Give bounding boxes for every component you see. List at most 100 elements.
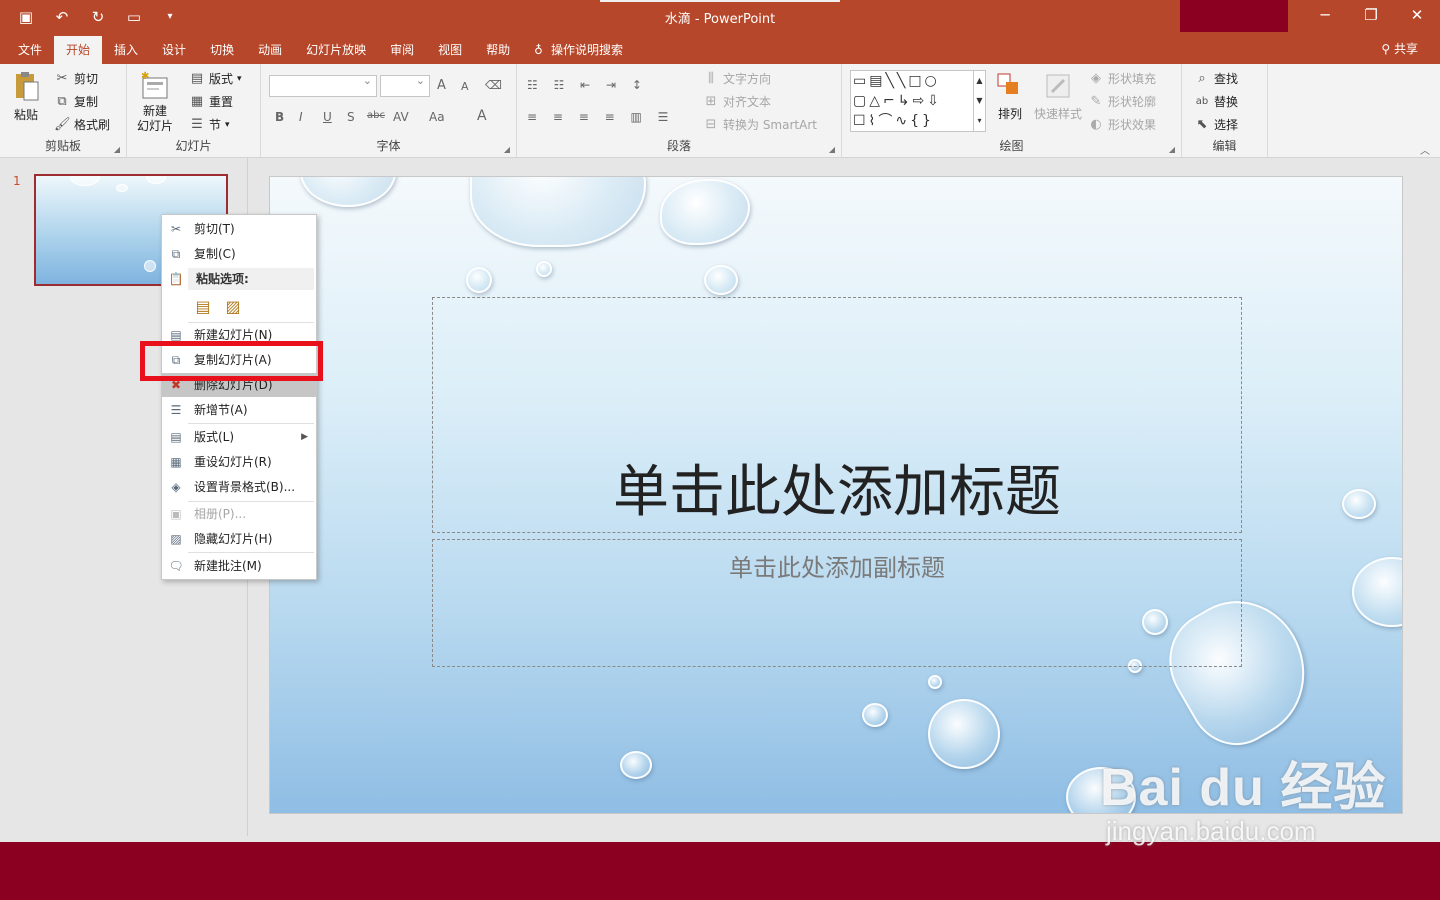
strikethrough-button[interactable]: abc [367, 110, 385, 121]
shrink-font-button[interactable]: A [461, 80, 469, 93]
quick-styles-button[interactable]: 快速样式 [1034, 72, 1082, 122]
format-painter-button[interactable]: 🖌 格式刷 [54, 116, 110, 133]
menu-label: 新增节(A) [194, 403, 248, 417]
tab-insert[interactable]: 插入 [102, 36, 150, 64]
align-text-icon: ⊞ [705, 93, 717, 109]
text-direction-button[interactable]: ⫼ 文字方向 [703, 70, 771, 87]
quick-styles-icon [1044, 72, 1072, 103]
tell-me-search[interactable]: ♁ 操作说明搜索 [534, 36, 623, 64]
font-size-combo[interactable] [380, 74, 430, 97]
context-menu: ✂ 剪切(T) ⧉ 复制(C) 粘贴选项: 📋 ▤ ▨ ▤ 新建幻灯片(N) ⧉ 复制幻… [161, 214, 317, 580]
ribbon-tabs: 文件 开始 插入 设计 切换 动画 幻灯片放映 审阅 视图 帮助 ♁ 操作说明搜… [0, 34, 1440, 64]
shadow-button[interactable]: S [347, 110, 355, 124]
font-group: A A ⌫ B I U S abc AV Aa A 字体 ◢ [261, 64, 517, 158]
menu-item-format-background[interactable]: ◈ 设置背景格式(B)... [162, 475, 316, 499]
account-area[interactable] [1180, 0, 1288, 32]
subtitle-placeholder[interactable]: 单击此处添加副标题 [432, 539, 1242, 667]
copy-button[interactable]: ⧉ 复制 [54, 93, 98, 110]
menu-item-hide-slide[interactable]: ▨ 隐藏幻灯片(H) [162, 527, 316, 551]
paste-label: 粘贴 [13, 108, 38, 122]
replace-button[interactable]: ab 替换 [1194, 93, 1238, 110]
lightbulb-icon: ♁ [534, 43, 543, 57]
menu-label: 新建批注(M) [194, 559, 262, 573]
arrange-button[interactable]: 排列 [996, 72, 1024, 122]
shape-fill-button[interactable]: ◈ 形状填充 [1088, 70, 1156, 87]
menu-item-new-comment[interactable]: 🗨 新建批注(M) [162, 554, 316, 578]
reset-button[interactable]: ▦ 重置 [189, 93, 233, 110]
editing-group-name: 编辑 [1212, 139, 1237, 153]
copy-icon: ⧉ [171, 247, 181, 261]
tab-design[interactable]: 设计 [150, 36, 198, 64]
paste-icon: 📋 [168, 272, 184, 286]
drawing-group-name: 绘图 [999, 139, 1024, 153]
paste-keep-format-icon[interactable]: ▤ [192, 295, 214, 319]
tab-transitions[interactable]: 切换 [198, 36, 246, 64]
share-button[interactable]: ⚲ 共享 [1381, 40, 1418, 57]
chevron-down-icon: ▾ [225, 119, 230, 130]
select-button[interactable]: ⬉ 选择 [1194, 116, 1238, 133]
replace-icon: ab [1195, 95, 1209, 107]
list-buttons[interactable]: ☷ ☷ ⇤ ⇥ ↕ [527, 78, 648, 92]
arrange-icon [996, 72, 1024, 103]
char-spacing-button[interactable]: AV [393, 110, 409, 124]
tab-view[interactable]: 视图 [426, 36, 474, 64]
tab-slideshow[interactable]: 幻灯片放映 [294, 36, 378, 64]
tab-help[interactable]: 帮助 [474, 36, 522, 64]
layout-button[interactable]: ▤ 版式 ▾ [189, 70, 242, 87]
tab-file[interactable]: 文件 [6, 36, 54, 64]
section-button[interactable]: ☰ 节 ▾ [189, 116, 230, 133]
menu-item-layout[interactable]: ▤ 版式(L) ▶ [162, 425, 316, 449]
title-accent-line [600, 0, 840, 2]
scissors-icon: ✂ [170, 222, 182, 236]
menu-label: 重设幻灯片(R) [194, 455, 272, 469]
font-color-button[interactable]: A [477, 108, 487, 124]
change-case-button[interactable]: Aa [429, 110, 445, 124]
italic-button[interactable]: I [299, 110, 303, 124]
minimize-icon[interactable]: ─ [1302, 0, 1348, 32]
font-name-combo[interactable] [269, 74, 377, 97]
paint-bucket-icon: ◈ [1091, 70, 1101, 86]
slide[interactable]: 单击此处添加标题 单击此处添加副标题 [269, 176, 1403, 814]
dialog-launcher-icon[interactable]: ◢ [504, 145, 510, 154]
smartart-button[interactable]: ⊟ 转换为 SmartArt [703, 116, 817, 133]
underline-button[interactable]: U [323, 110, 332, 124]
align-buttons[interactable]: ≡ ≡ ≡ ≡ ▥ ☰ [527, 110, 674, 124]
menu-item-copy[interactable]: ⧉ 复制(C) [162, 242, 316, 266]
restore-icon[interactable]: ❐ [1348, 0, 1394, 32]
shapes-gallery[interactable]: ▭▤╲╲□○ ▢△⌐↳⇨⇩ ☐⌇⌒∿{} ▲ ▼ ▾ [850, 70, 986, 132]
title-placeholder[interactable]: 单击此处添加标题 [432, 297, 1242, 533]
paste-button[interactable]: 粘贴 [10, 70, 42, 123]
menu-item-cut[interactable]: ✂ 剪切(T) [162, 217, 316, 241]
clear-format-icon[interactable]: ⌫ [485, 78, 502, 92]
new-slide-button[interactable]: ✱ 新建 幻灯片 [137, 70, 173, 134]
tab-home[interactable]: 开始 [54, 36, 103, 64]
thumb-drop [116, 184, 128, 192]
cut-button[interactable]: ✂ 剪切 [54, 70, 98, 87]
font-group-name: 字体 [376, 139, 401, 153]
text-direction-icon: ⫼ [708, 70, 714, 86]
tab-review[interactable]: 审阅 [378, 36, 426, 64]
bold-button[interactable]: B [275, 110, 284, 124]
shape-effects-button[interactable]: ◐ 形状效果 [1088, 116, 1156, 133]
thumb-drop [146, 176, 166, 184]
watermark-logo: Bai du 经验 [1100, 759, 1387, 817]
editing-group: ⌕ 查找 ab 替换 ⬉ 选择 编辑 [1182, 64, 1268, 158]
menu-item-add-section[interactable]: ☰ 新增节(A) [162, 398, 316, 422]
dialog-launcher-icon[interactable]: ◢ [1169, 145, 1175, 154]
watermark-url: jingyan.baidu.com [1106, 816, 1316, 846]
shape-outline-button[interactable]: ✎ 形状轮廓 [1088, 93, 1156, 110]
water-drop [660, 179, 750, 245]
find-button[interactable]: ⌕ 查找 [1194, 70, 1238, 87]
menu-item-reset-slide[interactable]: ▦ 重设幻灯片(R) [162, 450, 316, 474]
tab-animations[interactable]: 动画 [246, 36, 294, 64]
layout-icon: ▤ [170, 430, 182, 444]
grow-font-button[interactable]: A [437, 78, 446, 93]
dialog-launcher-icon[interactable]: ◢ [114, 145, 120, 154]
paste-picture-icon[interactable]: ▨ [222, 295, 244, 319]
dialog-launcher-icon[interactable]: ◢ [829, 145, 835, 154]
menu-label: 设置背景格式(B)... [194, 480, 296, 494]
align-text-button[interactable]: ⊞ 对齐文本 [703, 93, 771, 110]
collapse-ribbon-icon[interactable]: ︿ [1420, 142, 1430, 157]
close-icon[interactable]: ✕ [1394, 0, 1440, 32]
gallery-scroll[interactable]: ▲ ▼ ▾ [973, 71, 985, 131]
